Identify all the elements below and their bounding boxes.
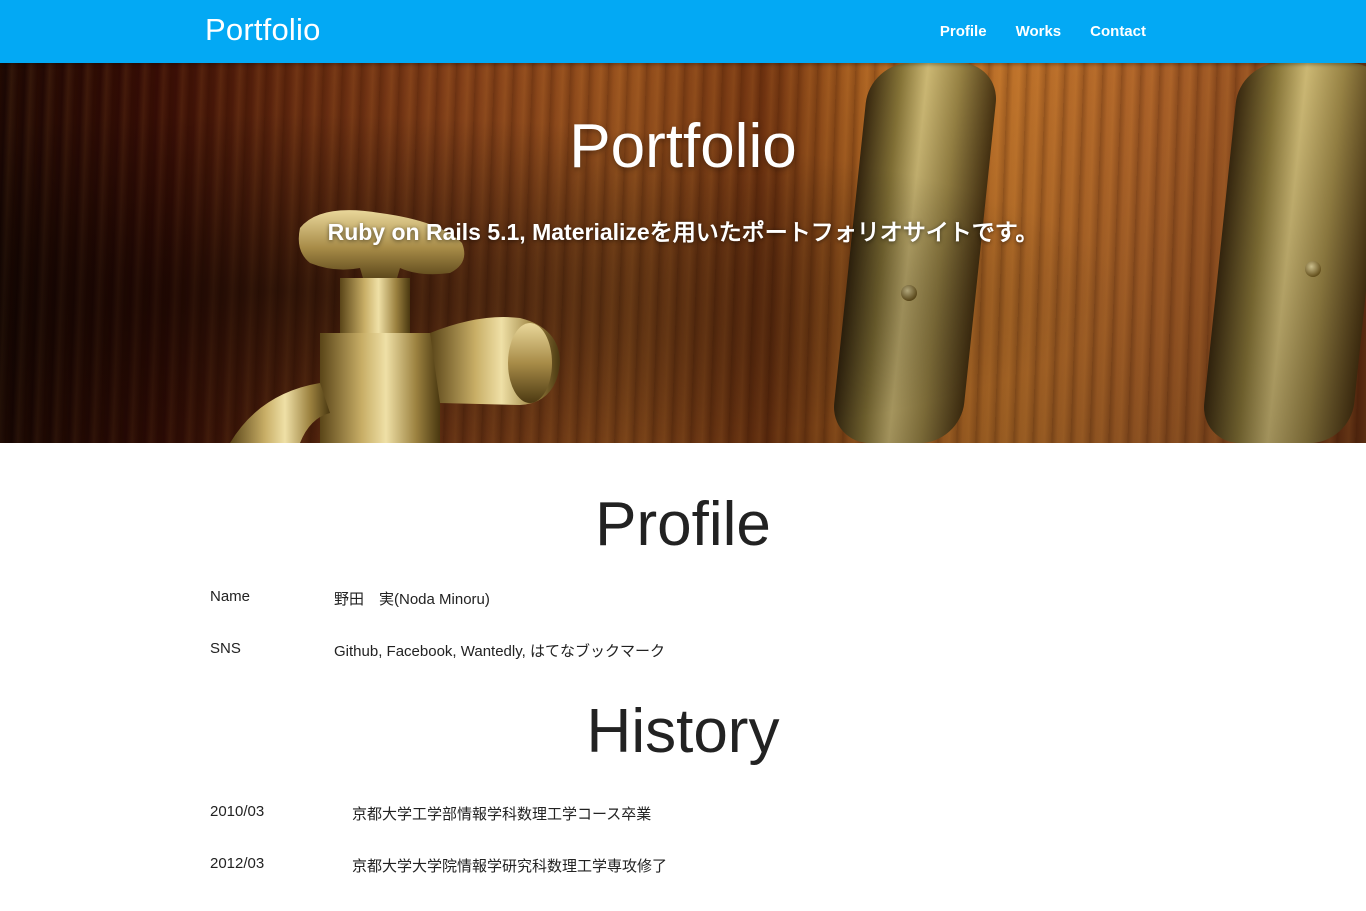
profile-label: SNS	[210, 640, 241, 657]
history-text: 京都大学工学部情報学科数理工学コース卒業	[352, 806, 652, 823]
hero-subtitle: Ruby on Rails 5.1, Materializeを用いたポートフォリ…	[327, 219, 1039, 245]
sns-separator: ,	[521, 643, 530, 660]
profile-heading: Profile	[595, 490, 771, 559]
sns-link-github[interactable]: Github	[334, 643, 378, 660]
profile-value: 野田 実(Noda Minoru)	[334, 591, 490, 608]
nav-link-works[interactable]: Works	[1016, 0, 1062, 63]
history-heading: History	[586, 697, 780, 766]
hero-banner: Portfolio Ruby on Rails 5.1, Materialize…	[0, 63, 1366, 443]
sns-separator: ,	[452, 643, 461, 660]
history-date: 2010/03	[210, 803, 265, 820]
profile-row-name: Name 野田 実(Noda Minoru)	[0, 588, 1366, 640]
sns-link-facebook[interactable]: Facebook	[387, 643, 453, 660]
nav-menu: Profile Works Contact	[911, 0, 1146, 63]
profile-label: Name	[210, 588, 251, 605]
hero-title: Portfolio	[569, 112, 797, 181]
nav-link-profile[interactable]: Profile	[940, 0, 987, 63]
sns-links: Github, Facebook, Wantedly, はてなブックマーク	[334, 640, 665, 661]
nav-link-contact[interactable]: Contact	[1090, 0, 1146, 63]
history-date: 2012/03	[210, 855, 265, 872]
brand-logo[interactable]: Portfolio	[205, 12, 321, 48]
profile-row-sns: SNS Github, Facebook, Wantedly, はてなブックマー…	[0, 640, 1366, 692]
sns-separator: ,	[378, 643, 387, 660]
top-navbar: Portfolio Profile Works Contact	[0, 0, 1366, 63]
sns-link-wantedly[interactable]: Wantedly	[461, 643, 522, 660]
history-row: 2012/03 京都大学大学院情報学研究科数理工学専攻修了	[0, 855, 1366, 907]
sns-link-hatena-bookmark[interactable]: はてなブックマーク	[530, 643, 665, 660]
history-row: 2010/03 京都大学工学部情報学科数理工学コース卒業	[0, 803, 1366, 855]
history-text: 京都大学大学院情報学研究科数理工学専攻修了	[352, 858, 668, 875]
